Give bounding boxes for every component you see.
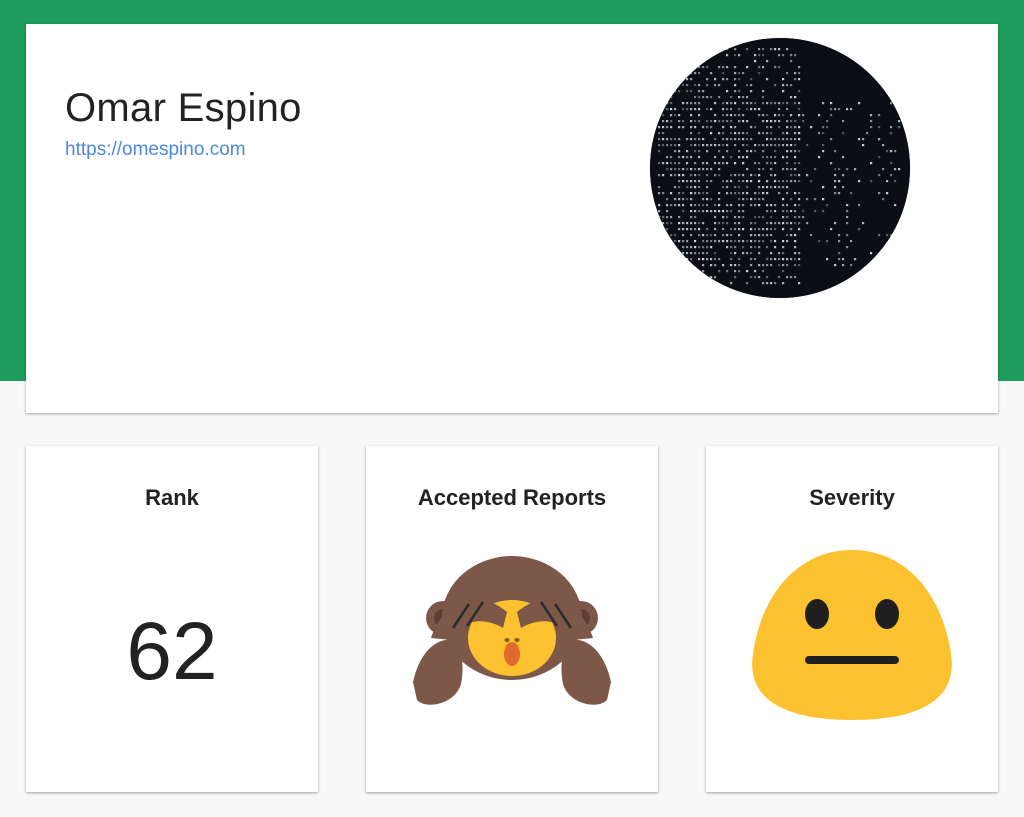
severity-card: Severity	[706, 446, 998, 792]
rank-title: Rank	[145, 485, 199, 510]
profile-card: Omar Espino https://omespino.com	[26, 24, 998, 413]
rank-value: 62	[126, 606, 218, 697]
avatar	[650, 38, 910, 298]
ascii-art-globe-avatar	[650, 38, 910, 298]
accepted-reports-title: Accepted Reports	[417, 485, 607, 510]
neutral-face-icon	[752, 549, 952, 720]
accepted-reports-card: Accepted Reports	[366, 446, 658, 792]
profile-name: Omar Espino	[65, 86, 302, 130]
see-no-evil-monkey-icon	[413, 555, 611, 705]
profile-website-link[interactable]: https://omespino.com	[65, 138, 246, 162]
rank-card: Rank 62	[26, 446, 318, 792]
severity-title: Severity	[809, 485, 895, 510]
